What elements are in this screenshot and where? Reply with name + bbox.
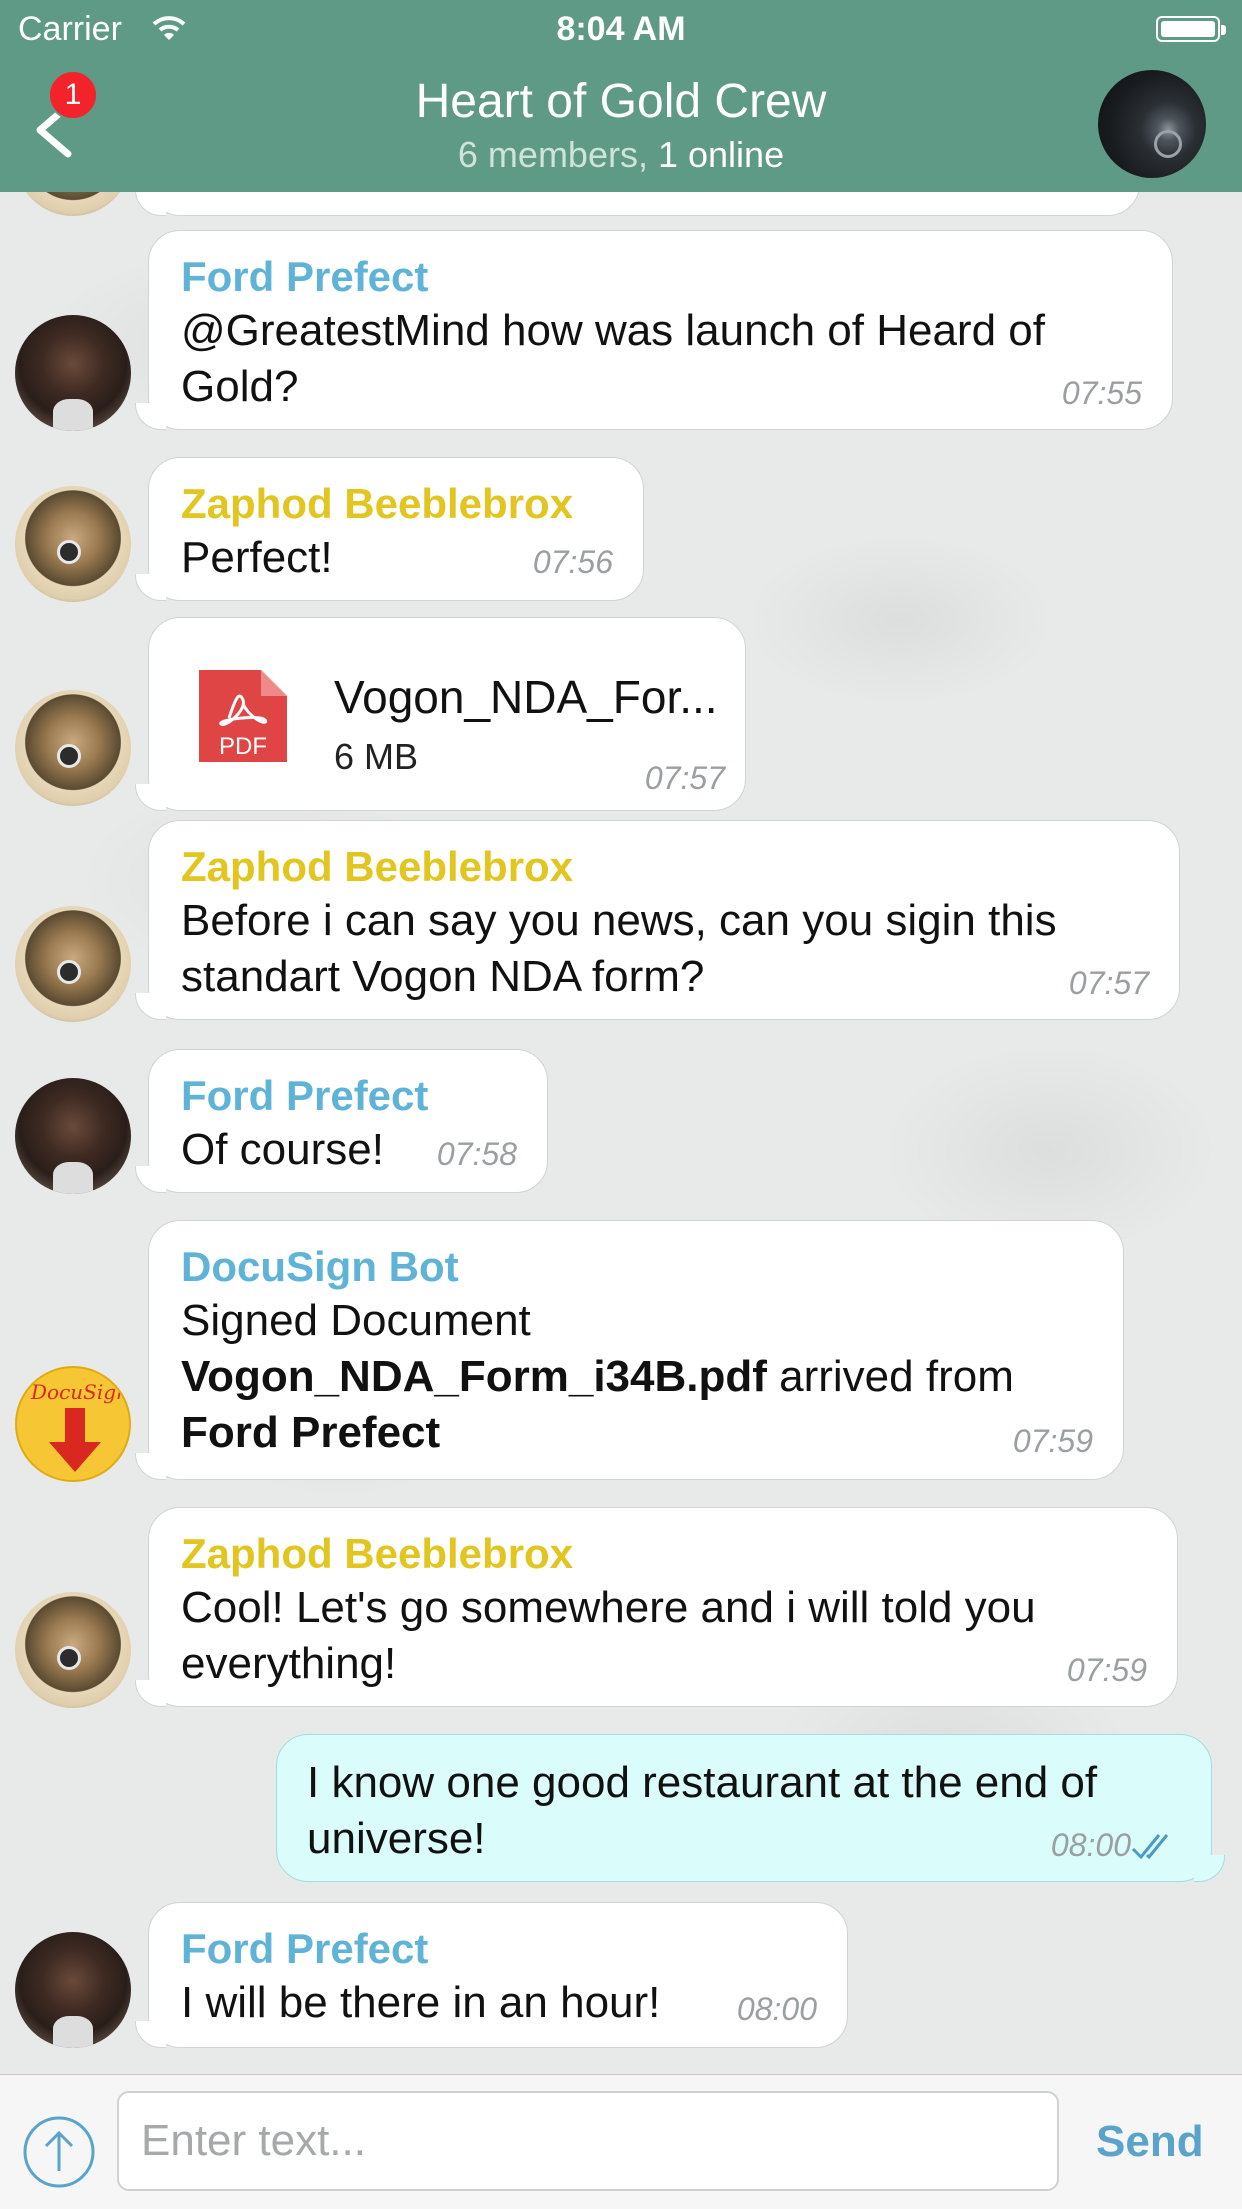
document-name[interactable]: Vogon_NDA_Form_i34B.pdf [181, 1352, 767, 1401]
message-time: 08:00 [1050, 1827, 1131, 1863]
message-text-line: Perfect! [181, 533, 333, 582]
docusign-logo-text: DocuSign [31, 1380, 129, 1404]
message-time: 07:55 [1061, 375, 1142, 411]
message-text-line: @GreatestMind how was launch of Heard of [181, 306, 1045, 355]
sender-name: Zaphod Beeblebrox [181, 843, 574, 890]
avatar-zaphod-beeblebrox[interactable] [15, 690, 131, 806]
file-size: 6 MB [334, 736, 419, 777]
message-text-line: Ford Prefect [181, 1405, 440, 1461]
signer-name[interactable]: Ford Prefect [181, 1408, 440, 1457]
message-text-line: Vogon_NDA_Form_i34B.pdf arrived from [181, 1349, 1014, 1405]
message-text-line: Of course! [181, 1125, 384, 1174]
message-time: 07:56 [532, 544, 613, 580]
message-text-line: Gold? [181, 362, 299, 411]
avatar-ford-prefect[interactable] [15, 1078, 131, 1194]
message-bubble[interactable]: Ford Prefect I will be there in an hour!… [148, 1902, 848, 2048]
read-ticks-icon [1131, 1834, 1169, 1860]
online-count: 1 online [657, 134, 785, 175]
sender-name: Ford Prefect [181, 1072, 429, 1119]
message-text-line: universe! [307, 1814, 486, 1863]
message-time: 08:00 [736, 1991, 817, 2027]
avatar-zaphod-beeblebrox[interactable] [15, 1592, 131, 1708]
sender-name: Ford Prefect [181, 1925, 429, 1972]
sender-name: DocuSign Bot [181, 1243, 459, 1290]
message-bubble[interactable]: Zaphod Beeblebrox Before i can say you n… [148, 820, 1180, 1020]
sender-name: Zaphod Beeblebrox [181, 1530, 574, 1577]
message-text-line: Signed Document [181, 1296, 531, 1345]
sender-name: Ford Prefect [181, 253, 429, 300]
message-bubble[interactable]: Ford Prefect Of course! 07:58 [148, 1049, 548, 1193]
file-name: Vogon_NDA_For... [334, 671, 718, 723]
chat-subtitle: 6 members, 1 online [0, 134, 1242, 176]
svg-text:PDF: PDF [219, 733, 267, 760]
pdf-file-icon[interactable]: PDF [199, 670, 287, 762]
message-text-line: I will be there in an hour! [181, 1978, 661, 2027]
members-count: 6 members, [457, 134, 648, 175]
file-message-bubble[interactable]: PDF Vogon_NDA_For... 6 MB 07:57 [148, 617, 746, 811]
composer-bar: Send [0, 2074, 1242, 2209]
status-bar: Carrier 8:04 AM [0, 0, 1242, 60]
message-time: 07:58 [436, 1136, 517, 1172]
chat-header: Carrier 8:04 AM 1 Heart of Gold Crew 6 m… [0, 0, 1242, 192]
arrived-from-text: arrived from [766, 1352, 1014, 1401]
status-time: 8:04 AM [556, 10, 686, 48]
message-time: 07:57 [644, 760, 725, 796]
group-avatar[interactable] [1098, 70, 1206, 178]
download-arrow-icon [49, 1408, 101, 1472]
message-time: 07:59 [1012, 1423, 1093, 1459]
chat-title[interactable]: Heart of Gold Crew [0, 74, 1242, 129]
sender-name: Zaphod Beeblebrox [181, 480, 574, 527]
send-button[interactable]: Send [1096, 2117, 1204, 2167]
message-time: 07:59 [1066, 1652, 1147, 1688]
avatar-zaphod-beeblebrox[interactable] [15, 906, 131, 1022]
message-text-line: standart Vogon NDA form? [181, 952, 705, 1001]
message-time: 07:57 [1068, 965, 1149, 1001]
message-input[interactable] [119, 2093, 1057, 2189]
attach-upload-icon[interactable] [22, 2115, 96, 2189]
avatar-ford-prefect[interactable] [15, 315, 131, 431]
message-bubble[interactable]: Ford Prefect @GreatestMind how was launc… [148, 230, 1173, 430]
message-text-line: I know one good restaurant at the end of [307, 1758, 1098, 1807]
avatar-zaphod-beeblebrox[interactable] [15, 486, 131, 602]
message-bubble[interactable]: Zaphod Beeblebrox Perfect! 07:56 [148, 457, 644, 601]
message-text-line: Before i can say you news, can you sigin… [181, 896, 1057, 945]
message-text-line: everything! [181, 1639, 397, 1688]
message-bubble[interactable]: DocuSign Bot Signed Document Vogon_NDA_F… [148, 1220, 1124, 1480]
battery-icon [1156, 16, 1226, 42]
message-input-field[interactable] [117, 2091, 1059, 2191]
outgoing-message-bubble[interactable]: I know one good restaurant at the end of… [276, 1734, 1225, 1882]
message-text-line: Cool! Let's go somewhere and i will told… [181, 1583, 1036, 1632]
message-bubble[interactable]: Zaphod Beeblebrox Cool! Let's go somewhe… [148, 1507, 1178, 1707]
avatar-ford-prefect[interactable] [15, 1932, 131, 2048]
avatar-docusign-bot[interactable]: DocuSign [15, 1366, 131, 1482]
